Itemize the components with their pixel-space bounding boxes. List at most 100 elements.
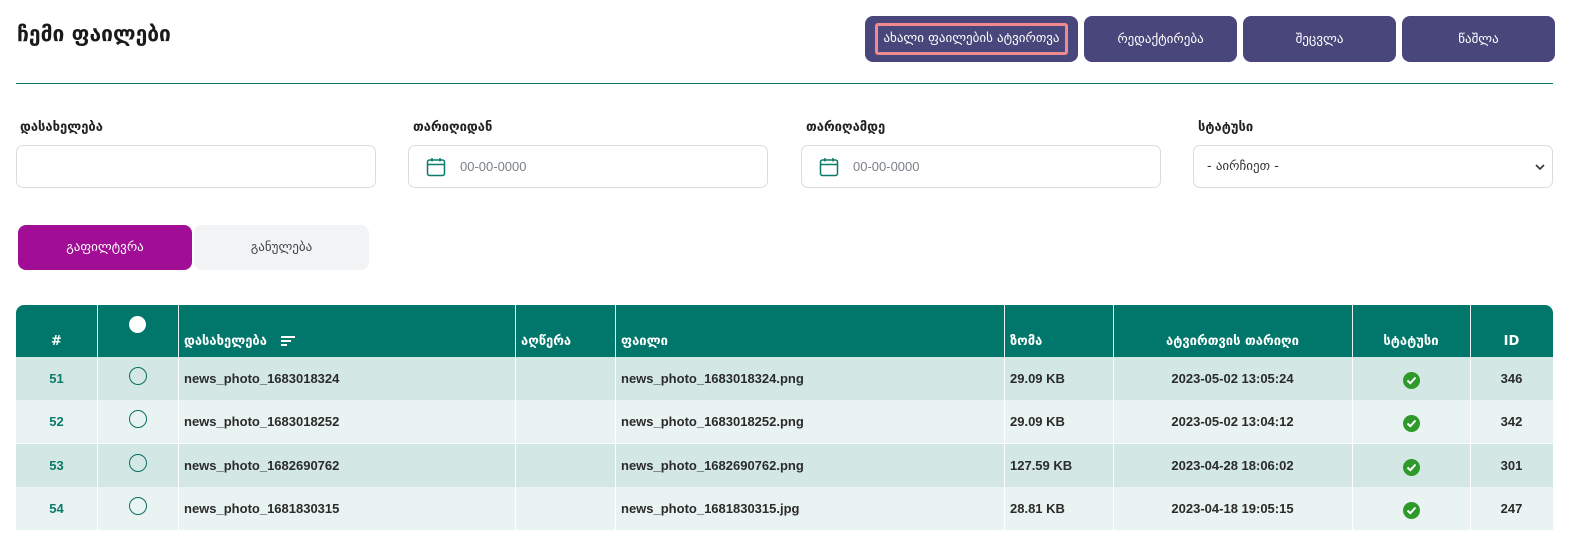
- column-divider: [97, 305, 98, 357]
- row-select[interactable]: [97, 400, 178, 443]
- row-select[interactable]: [97, 487, 178, 530]
- column-divider: [1352, 400, 1353, 443]
- row-description: [521, 400, 616, 443]
- status-select-value: - აირჩიეთ -: [1207, 159, 1279, 174]
- row-status: [1352, 400, 1470, 443]
- status-filter-label: სტატუსი: [1198, 120, 1254, 135]
- row-upload-date: 2023-04-28 18:06:02: [1171, 458, 1294, 473]
- date-from-placeholder: 00-00-0000: [460, 159, 527, 174]
- upload-files-label: ახალი ფაილების ატვირთვა: [875, 23, 1068, 55]
- column-divider: [178, 400, 179, 443]
- header-select-all[interactable]: [97, 305, 178, 357]
- column-divider: [1470, 444, 1471, 487]
- row-radio[interactable]: [128, 409, 147, 428]
- reset-button[interactable]: განულება: [194, 225, 369, 270]
- edit-button[interactable]: რედაქტირება: [1084, 16, 1237, 62]
- date-to-label: თარიღამდე: [806, 120, 886, 135]
- calendar-icon: [819, 158, 839, 177]
- column-divider: [615, 305, 616, 357]
- row-size: 29.09 KB: [1010, 371, 1065, 386]
- column-divider: [1352, 444, 1353, 487]
- row-num: 52: [49, 414, 64, 429]
- column-divider: [615, 357, 616, 400]
- row-select[interactable]: [97, 444, 178, 487]
- chevron-down-icon: [1535, 164, 1545, 171]
- table-row[interactable]: 54 news_photo_1681830315 news_photo_1681…: [16, 487, 1553, 530]
- table-row[interactable]: 52 news_photo_1683018252 news_photo_1683…: [16, 400, 1553, 443]
- column-divider: [615, 444, 616, 487]
- row-file[interactable]: news_photo_1682690762.png: [621, 444, 1006, 487]
- date-from-input[interactable]: 00-00-0000: [408, 145, 768, 188]
- row-name: news_photo_1683018252: [184, 414, 340, 429]
- table-row[interactable]: 53 news_photo_1682690762 news_photo_1682…: [16, 444, 1553, 487]
- row-file[interactable]: news_photo_1683018324.png: [621, 357, 1006, 400]
- column-divider: [1113, 487, 1114, 530]
- row-status: [1352, 444, 1470, 487]
- check-circle-icon: [1402, 372, 1420, 389]
- column-divider: [615, 487, 616, 530]
- date-to-placeholder: 00-00-0000: [853, 159, 920, 174]
- row-radio[interactable]: [128, 453, 147, 472]
- column-divider: [1004, 400, 1005, 443]
- status-select[interactable]: - აირჩიეთ -: [1193, 145, 1553, 188]
- column-divider: [1352, 305, 1353, 357]
- column-divider: [515, 400, 516, 443]
- check-circle-icon: [1402, 415, 1420, 432]
- column-divider: [1352, 357, 1353, 400]
- change-button[interactable]: შეცვლა: [1243, 16, 1396, 62]
- table-header: # დასახელება აღწერა ფაილი ზომა ატვირთვის…: [16, 305, 1553, 357]
- column-divider: [1113, 305, 1114, 357]
- row-file[interactable]: news_photo_1681830315.jpg: [621, 487, 1006, 530]
- column-divider: [97, 357, 98, 400]
- row-description: [521, 487, 616, 530]
- row-upload-date: 2023-05-02 13:04:12: [1171, 414, 1294, 429]
- header-description: აღწერა: [521, 334, 572, 349]
- column-divider: [178, 444, 179, 487]
- column-divider: [1004, 305, 1005, 357]
- column-divider: [1113, 357, 1114, 400]
- header-status: სტატუსი: [1383, 334, 1439, 349]
- column-divider: [97, 487, 98, 530]
- filter-button[interactable]: გაფილტვრა: [18, 225, 192, 270]
- delete-button[interactable]: წაშლა: [1402, 16, 1555, 62]
- column-divider: [1352, 487, 1353, 530]
- row-num: 54: [49, 501, 64, 516]
- column-divider: [1470, 357, 1471, 400]
- row-num: 53: [49, 458, 64, 473]
- column-divider: [615, 400, 616, 443]
- row-upload-date: 2023-04-18 19:05:15: [1171, 501, 1294, 516]
- row-id: 346: [1500, 371, 1523, 386]
- table-row[interactable]: 51 news_photo_1683018324 news_photo_1683…: [16, 357, 1553, 400]
- column-divider: [515, 487, 516, 530]
- row-name: news_photo_1682690762: [184, 458, 340, 473]
- row-select[interactable]: [97, 357, 178, 400]
- date-to-input[interactable]: 00-00-0000: [801, 145, 1161, 188]
- row-name: news_photo_1681830315: [184, 501, 340, 516]
- row-size: 127.59 KB: [1010, 458, 1073, 473]
- row-radio[interactable]: [128, 366, 147, 385]
- header-num: #: [51, 334, 62, 349]
- upload-files-button[interactable]: ახალი ფაილების ატვირთვა: [865, 16, 1078, 62]
- column-divider: [1113, 400, 1114, 443]
- column-divider: [178, 357, 179, 400]
- sort-icon: [280, 336, 295, 346]
- column-divider: [515, 357, 516, 400]
- column-divider: [515, 305, 516, 357]
- check-circle-icon: [1402, 459, 1420, 476]
- row-file[interactable]: news_photo_1683018252.png: [621, 400, 1006, 443]
- column-divider: [1113, 444, 1114, 487]
- column-divider: [1004, 487, 1005, 530]
- column-divider: [97, 400, 98, 443]
- header-divider: [16, 83, 1553, 84]
- page-title: ჩემი ფაილები: [17, 22, 171, 46]
- name-filter-input[interactable]: [16, 145, 376, 188]
- row-status: [1352, 487, 1470, 530]
- header-name[interactable]: დასახელება: [184, 305, 514, 357]
- row-id: 342: [1500, 414, 1523, 429]
- select-all-radio[interactable]: [129, 315, 146, 333]
- row-id: 301: [1500, 458, 1523, 473]
- row-id: 247: [1500, 501, 1523, 516]
- header-size: ზომა: [1010, 334, 1043, 349]
- header-upload-date: ატვირთვის თარიღი: [1166, 334, 1299, 349]
- row-radio[interactable]: [128, 496, 147, 515]
